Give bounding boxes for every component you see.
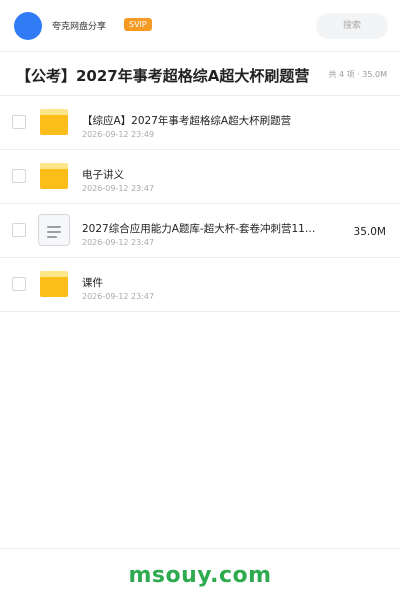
list-item[interactable]: 电子讲义 2026-09-12 23:47: [0, 150, 400, 204]
top-bar: 夸克网盘分享 SVIP 搜索: [0, 0, 400, 52]
file-time: 2026-09-12 23:47: [82, 184, 155, 193]
watermark-text: msouy.com: [128, 563, 272, 588]
svip-badge: SVIP: [124, 18, 152, 31]
avatar[interactable]: [14, 12, 42, 40]
search-input[interactable]: 搜索: [316, 13, 388, 39]
file-time: 2026-09-12 23:47: [82, 292, 155, 301]
file-list: 【综应A】2027年事考超格综A超大杯刷题营 2026-09-12 23:49 …: [0, 96, 400, 312]
share-owner-name: 夸克网盘分享: [52, 22, 107, 32]
folder-icon: [38, 160, 70, 192]
file-time: 2026-09-12 23:49: [82, 130, 155, 139]
file-name: 【综应A】2027年事考超格综A超大杯刷题营: [82, 115, 292, 127]
file-name: 2027综合应用能力A题库-超大杯-套卷冲刺营11…: [82, 223, 316, 235]
file-name: 电子讲义: [82, 169, 124, 181]
select-checkbox[interactable]: [12, 169, 26, 183]
list-item[interactable]: 【综应A】2027年事考超格综A超大杯刷题营 2026-09-12 23:49: [0, 96, 400, 150]
file-size: 35.0M: [353, 226, 386, 238]
footer: msouy.com: [0, 548, 400, 600]
list-item[interactable]: 2027综合应用能力A题库-超大杯-套卷冲刺营11… 2026-09-12 23…: [0, 204, 400, 258]
search-placeholder: 搜索: [342, 21, 361, 31]
file-name: 课件: [82, 277, 103, 289]
folder-icon: [38, 106, 70, 138]
document-icon: [38, 214, 70, 246]
file-time: 2026-09-12 23:47: [82, 238, 155, 247]
select-checkbox[interactable]: [12, 115, 26, 129]
select-checkbox[interactable]: [12, 277, 26, 291]
item-count-summary: 共 4 项 · 35.0M: [328, 70, 387, 79]
folder-header: 【公考】2027年事考超格综A超大杯刷题营 共 4 项 · 35.0M: [0, 52, 400, 96]
select-checkbox[interactable]: [12, 223, 26, 237]
page-title: 【公考】2027年事考超格综A超大杯刷题营: [16, 67, 310, 85]
folder-icon: [38, 268, 70, 300]
list-item[interactable]: 课件 2026-09-12 23:47: [0, 258, 400, 312]
